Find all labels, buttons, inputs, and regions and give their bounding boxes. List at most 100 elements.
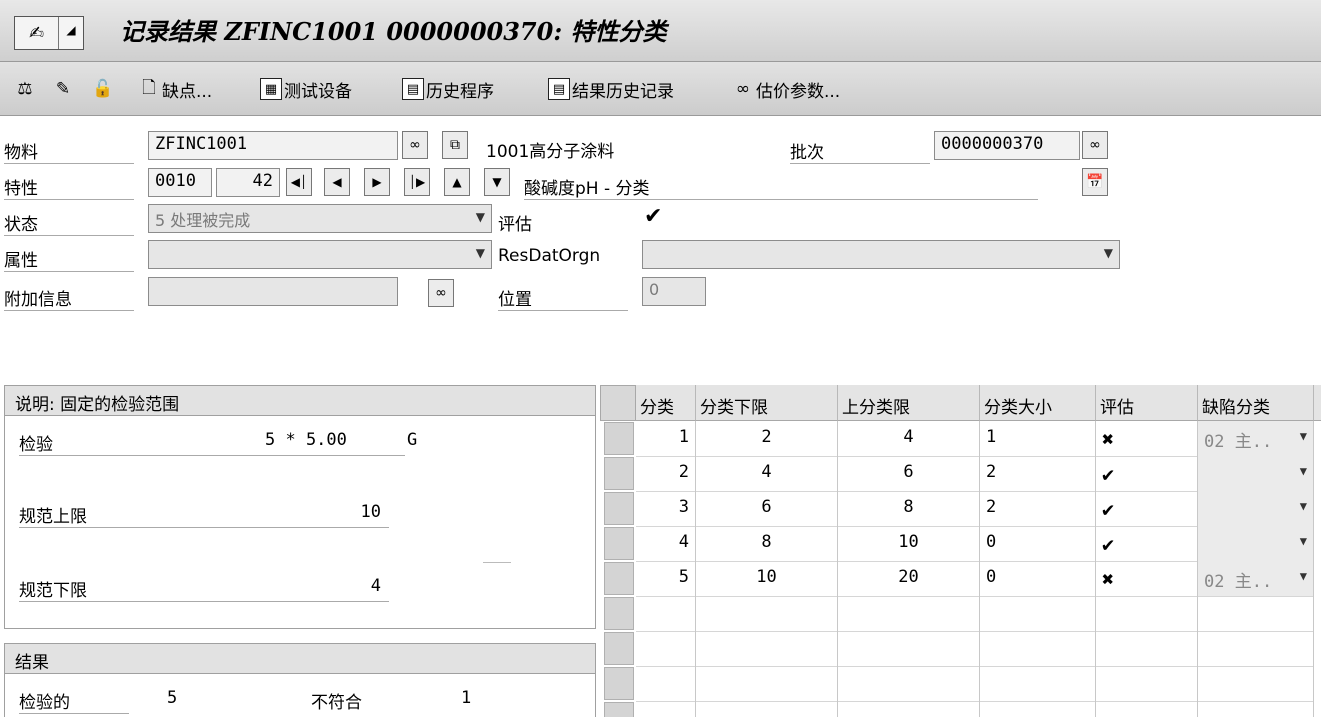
calendar-icon: 📅 [1086, 174, 1104, 190]
cell-class[interactable]: 4 [636, 526, 696, 562]
column-header-valuation[interactable]: 评估 [1096, 385, 1198, 421]
characteristic-description: 酸碱度pH - 分类 [524, 174, 1038, 200]
row-selector[interactable] [604, 492, 634, 525]
copy-material-button[interactable]: ⧉ [442, 131, 468, 159]
cell-class[interactable]: 3 [636, 491, 696, 527]
result-history-button[interactable]: ▤ 结果历史记录 [548, 74, 674, 104]
char-number-field[interactable]: 42 [216, 168, 280, 197]
cell-class-lower-limit[interactable]: 10 [696, 561, 838, 597]
cell-valuation[interactable]: ✔ [1096, 491, 1198, 527]
cell-class-size[interactable]: 1 [980, 421, 1096, 457]
column-header-class-size[interactable]: 分类大小 [980, 385, 1096, 421]
specification-panel-title: 说明: 固定的检验范围 [5, 386, 595, 416]
display-batch-button[interactable]: ∞ [1082, 131, 1108, 159]
resdatorgn-dropdown[interactable]: ▼ [642, 240, 1120, 269]
row-selector[interactable] [604, 597, 634, 630]
cell-class-size [980, 631, 1096, 667]
char-code-field[interactable]: 0010 [148, 168, 212, 197]
unlock-button[interactable]: 🔓 [92, 74, 116, 104]
display-additional-info-button[interactable]: ∞ [428, 279, 454, 307]
additional-info-field[interactable] [148, 277, 398, 306]
cell-class-upper-limit[interactable]: 6 [838, 456, 980, 492]
row-selector[interactable] [604, 632, 634, 665]
status-value: 5 处理被完成 [155, 211, 251, 230]
row-selector[interactable] [604, 562, 634, 595]
cell-class-upper-limit[interactable]: 4 [838, 421, 980, 457]
cell-defect-class[interactable]: ▼ [1198, 456, 1314, 492]
cell-valuation[interactable]: ✖ [1096, 561, 1198, 597]
cell-class-upper-limit[interactable]: 10 [838, 526, 980, 562]
column-header-class-upper-limit[interactable]: 上分类限 [838, 385, 980, 421]
chevron-down-icon: ▼ [1299, 499, 1307, 513]
batch-field[interactable]: 0000000370 [934, 131, 1080, 160]
cell-class-upper-limit[interactable]: 20 [838, 561, 980, 597]
inspector-button[interactable]: ⚖ [14, 74, 38, 104]
last-page-button[interactable]: │▶ [404, 168, 430, 196]
glasses-icon: ∞ [1089, 137, 1101, 153]
row-selector[interactable] [604, 702, 634, 717]
first-page-button[interactable]: ◀│ [286, 168, 312, 196]
inspection-label: 检验 [19, 430, 405, 456]
previous-button[interactable]: ◀ [324, 168, 350, 196]
cell-defect-class[interactable]: ▼ [1198, 491, 1314, 527]
specification-panel: 说明: 固定的检验范围 检验 5 * 5.00 G 规范上限 10 规范下限 4 [4, 385, 596, 629]
cell-class-size[interactable]: 2 [980, 491, 1096, 527]
cell-class-size[interactable]: 2 [980, 456, 1096, 492]
history-program-button[interactable]: ▤ 历史程序 [402, 74, 494, 104]
row-selector[interactable] [604, 457, 634, 490]
cell-defect-class[interactable]: 02 主.. ▼ [1198, 561, 1314, 597]
material-field[interactable]: ZFINC1001 [148, 131, 398, 160]
cell-class-size[interactable]: 0 [980, 561, 1096, 597]
characteristic-label: 特性 [4, 174, 134, 200]
next-button[interactable]: ▶ [364, 168, 390, 196]
move-down-button[interactable]: ▼ [484, 168, 510, 196]
cell-class-lower-limit [696, 596, 838, 632]
cell-class [636, 701, 696, 717]
test-equipment-button[interactable]: ▦ 测试设备 [260, 74, 352, 104]
cell-class-lower-limit [696, 631, 838, 667]
defects-button[interactable]: 🗋 缺点... [138, 74, 212, 104]
cell-class-lower-limit[interactable]: 8 [696, 526, 838, 562]
row-selector[interactable] [604, 527, 634, 560]
attribute-dropdown[interactable]: ▼ [148, 240, 492, 269]
system-menu[interactable]: ✍ ◢ [14, 16, 84, 50]
column-header-overflow [1314, 385, 1321, 421]
cell-class [636, 631, 696, 667]
cell-defect-class[interactable]: 02 主.. ▼ [1198, 421, 1314, 457]
cell-class-upper-limit[interactable]: 8 [838, 491, 980, 527]
cell-class-lower-limit[interactable]: 2 [696, 421, 838, 457]
edit-note-button[interactable]: ✎ [52, 74, 76, 104]
cell-class-size[interactable]: 0 [980, 526, 1096, 562]
status-dropdown[interactable]: 5 处理被完成 ▼ [148, 204, 492, 233]
cell-class[interactable]: 1 [636, 421, 696, 457]
status-label: 状态 [4, 210, 134, 236]
copy-icon: ⧉ [450, 137, 460, 153]
dropdown-corner-icon[interactable]: ◢ [59, 23, 83, 43]
cell-class[interactable]: 5 [636, 561, 696, 597]
cell-valuation[interactable]: ✖ [1096, 421, 1198, 457]
cell-class [636, 666, 696, 702]
column-header-class-lower-limit[interactable]: 分类下限 [696, 385, 838, 421]
next-icon: ▶ [372, 175, 382, 189]
cell-class-upper-limit [838, 631, 980, 667]
characteristic-detail-button[interactable]: 📅 [1082, 168, 1108, 196]
table-corner[interactable] [600, 385, 636, 421]
row-selector[interactable] [604, 422, 634, 455]
column-header-defect-class[interactable]: 缺陷分类 [1198, 385, 1314, 421]
cell-defect-class[interactable]: ▼ [1198, 526, 1314, 562]
move-up-button[interactable]: ▲ [444, 168, 470, 196]
row-selector[interactable] [604, 667, 634, 700]
inspection-unit: G [407, 430, 418, 450]
valuation-params-button[interactable]: ∞ 估价参数... [732, 74, 840, 104]
column-header-class[interactable]: 分类 [636, 385, 696, 421]
cell-class-lower-limit[interactable]: 6 [696, 491, 838, 527]
edit-note-icon[interactable]: ✍ [15, 17, 59, 49]
display-material-button[interactable]: ∞ [402, 131, 428, 159]
cell-valuation[interactable]: ✔ [1096, 526, 1198, 562]
position-field[interactable]: 0 [642, 277, 706, 306]
cell-class-lower-limit[interactable]: 4 [696, 456, 838, 492]
cell-valuation[interactable]: ✔ [1096, 456, 1198, 492]
chevron-down-icon: ▼ [1299, 534, 1307, 548]
cell-class[interactable]: 2 [636, 456, 696, 492]
cell-defect-class [1198, 666, 1314, 702]
